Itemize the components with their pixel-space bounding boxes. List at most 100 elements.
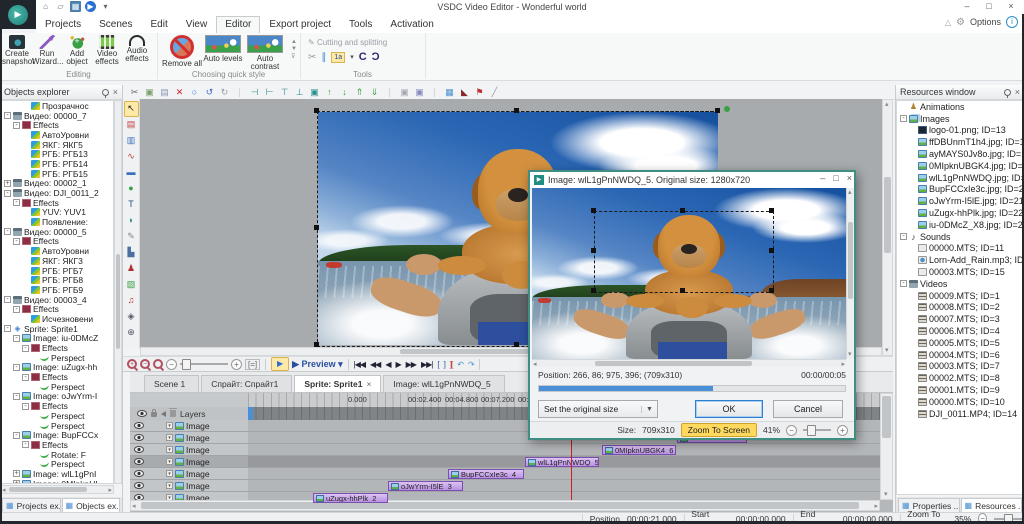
- crop-handle[interactable]: [680, 208, 685, 213]
- timeline-clip[interactable]: 0MIpknUBGK4_6: [602, 445, 676, 455]
- tree-row[interactable]: - Effects: [1, 343, 113, 353]
- track-visibility-icon[interactable]: [134, 470, 144, 477]
- zoom-fit-icon[interactable]: [153, 359, 163, 369]
- rectangle-tool[interactable]: ▬: [124, 165, 139, 181]
- resource-row[interactable]: 00004.MTS; ID=6: [897, 349, 1023, 361]
- separator[interactable]: |: [382, 85, 397, 99]
- video-effects-button[interactable]: Video effects: [92, 35, 122, 66]
- expander-icon[interactable]: -: [900, 115, 907, 122]
- tree-row[interactable]: Появление:: [1, 217, 113, 227]
- dialog-vertical-scrollbar[interactable]: ▴▾: [846, 188, 854, 359]
- tab-sprite-1[interactable]: Sprite: Sprite1×: [294, 375, 381, 392]
- resource-row[interactable]: wlL1gPnNWDQ.jpg; ID=19: [897, 172, 1023, 184]
- objects-vertical-scrollbar[interactable]: [114, 100, 122, 484]
- dialog-zoom-out-button[interactable]: −: [786, 425, 797, 436]
- dialog-maximize-button[interactable]: □: [833, 173, 838, 183]
- timeline-track-row[interactable]: ▾ Image: [130, 480, 880, 492]
- align-top-icon[interactable]: ⊤: [277, 85, 292, 99]
- tooltip-tool[interactable]: ◗: [124, 213, 139, 229]
- create-snapshot-button[interactable]: Create snapshot: [2, 35, 32, 66]
- expander-icon[interactable]: +: [13, 480, 20, 484]
- expander-icon[interactable]: -: [13, 199, 20, 206]
- resource-row[interactable]: Lorn-Add_Rain.mp3; ID=12: [897, 254, 1023, 266]
- expander-icon[interactable]: -: [13, 393, 20, 400]
- add-object-button[interactable]: Add object: [62, 35, 92, 66]
- go-to-start-button[interactable]: |◀◀: [354, 360, 365, 369]
- tree-row[interactable]: - Image: oJwYrm-I: [1, 392, 113, 402]
- grid-icon[interactable]: ▦: [442, 85, 457, 99]
- tree-row[interactable]: Исчезновени: [1, 314, 113, 324]
- zoom-plus-button[interactable]: +: [231, 359, 242, 370]
- rotate-handle[interactable]: [724, 106, 730, 112]
- fragment-number-box[interactable]: 1a: [331, 52, 345, 63]
- canvas-zoom-slider[interactable]: [180, 363, 228, 365]
- timeline-clip[interactable]: wlL1gPnNWDQ_5: [525, 457, 599, 467]
- resource-row[interactable]: oJwYrm-I5lE.jpg; ID=21: [897, 195, 1023, 207]
- resource-row[interactable]: BupFCCxIe3c.jpg; ID=20: [897, 184, 1023, 196]
- collapse-ribbon-icon[interactable]: △: [945, 18, 951, 27]
- zoom-out-icon[interactable]: −: [140, 359, 150, 369]
- crop-handle[interactable]: [591, 248, 596, 253]
- tree-row[interactable]: - Image: iu-0DMcZ: [1, 334, 113, 344]
- resource-row[interactable]: 00001.MTS; ID=9: [897, 384, 1023, 396]
- tree-row[interactable]: Perspect: [1, 411, 113, 421]
- scissors-icon[interactable]: ✂: [308, 52, 316, 63]
- resource-row[interactable]: 00009.MTS; ID=1: [897, 290, 1023, 302]
- run-wizard-button[interactable]: Run Wizard...: [32, 35, 62, 66]
- dialog-zoom-slider[interactable]: [803, 429, 831, 431]
- track-dropdown-icon[interactable]: ▾: [166, 446, 173, 453]
- timeline-clip[interactable]: uZugx-hhPlk_2: [313, 493, 388, 503]
- line-tool[interactable]: ∿: [124, 149, 139, 165]
- tree-row[interactable]: РГБ: РГБ15: [1, 169, 113, 179]
- tree-row[interactable]: - Видео: 00003_4: [1, 295, 113, 305]
- tree-row[interactable]: РГБ: РГБ7: [1, 266, 113, 276]
- crop-handle[interactable]: [769, 208, 774, 213]
- resource-row[interactable]: iu-0DMcZ_X8.jpg; ID=23: [897, 219, 1023, 231]
- dialog-minimize-button[interactable]: –: [820, 173, 825, 183]
- tree-row[interactable]: АвтоУровни: [1, 246, 113, 256]
- dialog-progress-bar[interactable]: [538, 385, 846, 392]
- select-tool[interactable]: ↖: [124, 101, 139, 117]
- expander-icon[interactable]: -: [4, 296, 11, 303]
- cancel-button[interactable]: Cancel: [773, 400, 843, 418]
- movement-tool[interactable]: ⊕: [124, 325, 139, 341]
- pin-icon[interactable]: [1004, 89, 1011, 96]
- redo-icon[interactable]: ↻: [217, 85, 232, 99]
- resource-row[interactable]: 00003.MTS; ID=7: [897, 361, 1023, 373]
- previous-frame-button[interactable]: ◀: [385, 360, 390, 369]
- expander-icon[interactable]: -: [4, 228, 11, 235]
- info-icon[interactable]: i: [1006, 16, 1018, 28]
- resource-row[interactable]: 00006.MTS; ID=4: [897, 325, 1023, 337]
- resource-row[interactable]: 0MIpknUBGK4.jpg; ID=18: [897, 160, 1023, 172]
- crop-selection-frame[interactable]: [594, 211, 774, 293]
- crop-handle[interactable]: [680, 288, 685, 293]
- tab-scene-1[interactable]: Scene 1: [144, 375, 199, 392]
- menu-item[interactable]: Activation: [381, 16, 442, 32]
- next-frame-button[interactable]: ▶: [395, 360, 400, 369]
- resource-row[interactable]: 00008.MTS; ID=2: [897, 302, 1023, 314]
- tree-row[interactable]: - Effects: [1, 120, 113, 130]
- delete-icon[interactable]: ✕: [172, 85, 187, 99]
- lock-icon[interactable]: [151, 412, 157, 417]
- zoom-in-icon[interactable]: +: [127, 359, 137, 369]
- resource-row[interactable]: ayMAYS0Jv8o.jpg; ID=17: [897, 148, 1023, 160]
- separator[interactable]: |: [427, 85, 442, 99]
- resource-row[interactable]: Animations: [897, 101, 1023, 113]
- sprite-tool[interactable]: ◈: [124, 309, 139, 325]
- expander-icon[interactable]: -: [4, 190, 11, 197]
- center-object-icon[interactable]: ▣: [307, 85, 322, 99]
- rotate-ccw-icon[interactable]: C: [359, 51, 367, 63]
- dialog-image-view[interactable]: [532, 188, 846, 359]
- marker-icon[interactable]: ⚑: [472, 85, 487, 99]
- expander-icon[interactable]: -: [13, 306, 20, 313]
- selection-handle[interactable]: [314, 108, 319, 113]
- selection-icon[interactable]: ○: [187, 85, 202, 99]
- tree-row[interactable]: - Effects: [1, 372, 113, 382]
- timeline-vertical-scrollbar[interactable]: ▾: [880, 393, 893, 500]
- tab-projects-explorer[interactable]: ▦Projects ex...: [2, 498, 61, 512]
- split-icon[interactable]: ∥: [321, 52, 326, 63]
- mark-in-button[interactable]: [: [437, 360, 438, 369]
- close-button[interactable]: ×: [1000, 0, 1022, 13]
- track-dropdown-icon[interactable]: ▾: [166, 458, 173, 465]
- preview-icon[interactable]: ▶: [85, 1, 96, 12]
